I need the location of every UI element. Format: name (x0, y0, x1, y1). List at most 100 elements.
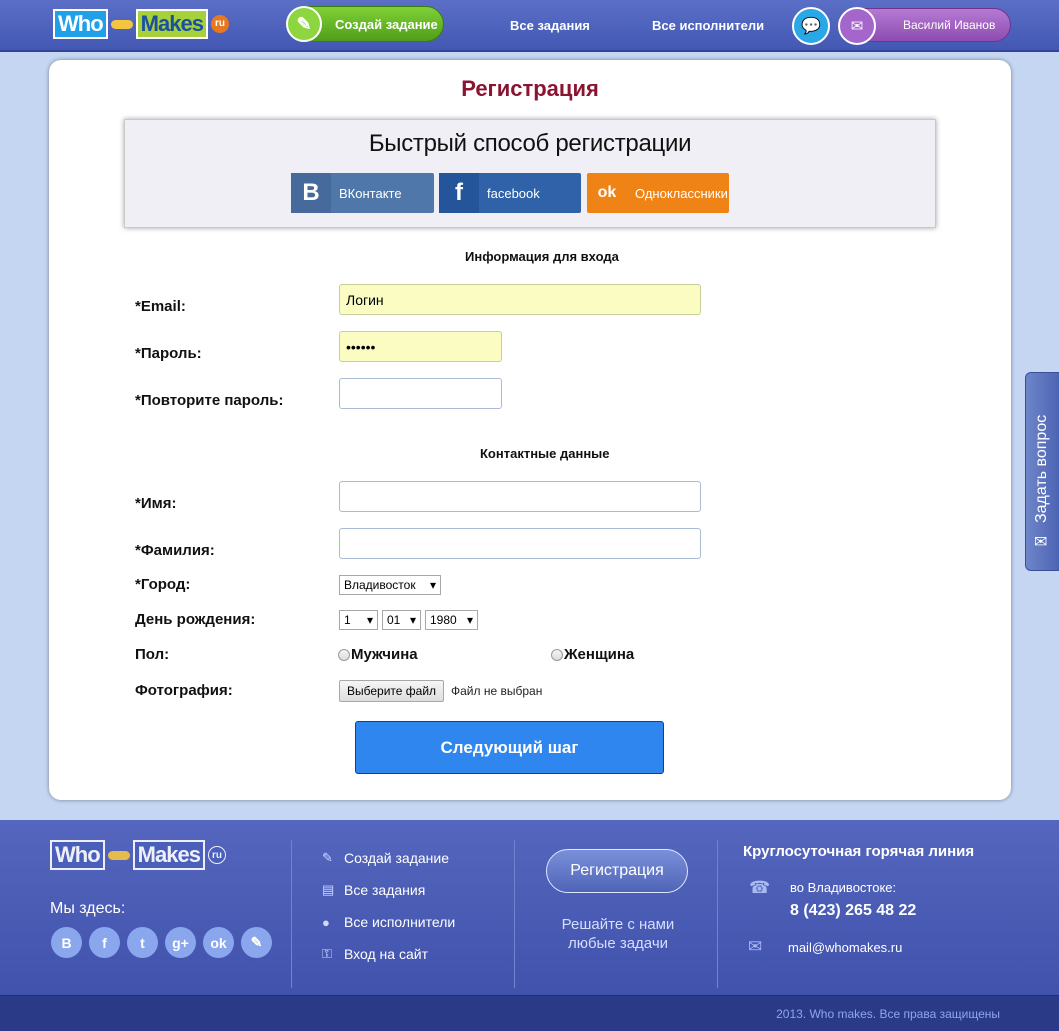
mail-icon: ✉ (748, 937, 763, 956)
messages-icon[interactable]: 💬 (792, 7, 830, 45)
odnoklassniki-icon: ok (597, 184, 617, 201)
odnoklassniki-button[interactable]: ok Одноклассники (587, 173, 729, 213)
footer-logo-who: Who (50, 840, 105, 870)
vk-button[interactable]: B ВКонтакте (291, 173, 434, 213)
birth-month-select[interactable]: 01 ▾ (382, 610, 421, 630)
key-icon: ⚿ (322, 946, 332, 961)
footer-link-login[interactable]: ⚿ Вход на сайт (322, 946, 428, 962)
top-bar: Who Makes ru ✎ Создай задание Все задани… (0, 0, 1059, 52)
contact-section-title: Контактные данные (480, 446, 610, 461)
last-name-field[interactable] (339, 528, 701, 559)
copyright: 2013. Who makes. Все права защищены (776, 1007, 1000, 1021)
quick-registration-title: Быстрый способ регистрации (368, 130, 692, 157)
facebook-label: facebook (487, 185, 540, 201)
vk-icon[interactable]: B (51, 927, 82, 958)
email-label: *Email: (135, 298, 186, 315)
pencil-icon: ✎ (322, 850, 333, 865)
chevron-down-icon: ▾ (429, 578, 436, 592)
facebook-icon: f (439, 173, 479, 213)
gender-female-radio[interactable]: Женщина (551, 646, 634, 663)
hotline-city: во Владивостоке: (790, 880, 897, 895)
twitter-icon[interactable]: t (127, 927, 158, 958)
footer-link-all-performers[interactable]: ● Все исполнители (322, 914, 455, 930)
footer-register-button[interactable]: Регистрация (546, 849, 688, 893)
vk-label: ВКонтакте (339, 185, 402, 201)
livejournal-icon[interactable]: ✎ (241, 927, 272, 958)
list-icon: ▤ (322, 882, 335, 897)
city-select[interactable]: Владивосток ▾ (339, 575, 441, 595)
birthday-label: День рождения: (135, 611, 256, 628)
city-value: Владивосток (344, 578, 416, 592)
chevron-down-icon: ▾ (366, 613, 373, 627)
footer-divider (514, 840, 515, 988)
choose-file-button[interactable]: Выберите файл (339, 680, 445, 702)
gender-male-label: Мужчина (351, 646, 418, 663)
hotline-title: Круглосуточная горячая линия (743, 843, 975, 860)
city-label: *Город: (135, 576, 191, 593)
mail-icon: ✉ (838, 7, 876, 45)
footer-link-label: Все исполнители (344, 914, 456, 930)
next-step-button[interactable]: Следующий шаг (355, 721, 664, 774)
login-section-title: Информация для входа (465, 249, 619, 264)
footer-link-label: Все задания (344, 882, 426, 898)
handshake-icon (109, 14, 135, 34)
footer-divider (717, 840, 718, 988)
password-field[interactable] (339, 331, 502, 362)
repeat-password-field[interactable] (339, 378, 502, 409)
birth-year-select[interactable]: 1980 ▾ (425, 610, 478, 630)
birth-day-value: 1 (344, 613, 351, 627)
handshake-icon (106, 845, 132, 865)
birth-day-select[interactable]: 1 ▾ (339, 610, 378, 630)
logo-ru: ru (210, 15, 229, 33)
create-task-label: Создай задание (335, 16, 438, 32)
footer-link-label: Вход на сайт (344, 946, 428, 962)
footer-bottom-bar: 2013. Who makes. Все права защищены (0, 995, 1059, 1031)
user-menu[interactable]: ✉ Василий Иванов (838, 7, 1011, 45)
email-field[interactable] (339, 284, 701, 315)
pencil-icon: ✎ (286, 6, 322, 42)
odnoklassniki-label: Одноклассники (635, 185, 728, 201)
footer-logo-ru: ru (207, 846, 226, 864)
gender-female-label: Женщина (564, 646, 635, 663)
logo[interactable]: Who Makes ru (53, 9, 229, 39)
repeat-password-label: *Повторите пароль: (135, 392, 284, 409)
hotline-phone: 8 (423) 265 48 22 (790, 902, 917, 919)
footer-logo[interactable]: Who Makes ru (50, 840, 226, 870)
facebook-button[interactable]: f facebook (439, 173, 581, 213)
envelope-icon: ✉ (1034, 534, 1048, 551)
footer-link-create-task[interactable]: ✎ Создай задание (322, 850, 449, 866)
registration-card: Регистрация Быстрый способ регистрации B… (49, 60, 1011, 800)
footer-slogan: Решайте с нами любые задачи (561, 916, 675, 952)
footer-logo-makes: Makes (132, 840, 205, 870)
phone-icon: ☎ (749, 878, 771, 897)
footer-link-label: Создай задание (344, 850, 450, 866)
file-status: Файл не выбран (451, 684, 543, 698)
create-task-button[interactable]: ✎ Создай задание (286, 6, 444, 42)
first-name-label: *Имя: (135, 495, 177, 512)
vk-icon: B (291, 173, 331, 213)
chevron-down-icon: ▾ (466, 613, 473, 627)
gender-label: Пол: (135, 646, 170, 663)
nav-all-tasks[interactable]: Все задания (510, 18, 590, 33)
first-name-field[interactable] (339, 481, 701, 512)
radio-icon (338, 648, 350, 661)
facebook-icon[interactable]: f (89, 927, 120, 958)
radio-icon (551, 648, 563, 661)
ask-question-tab[interactable]: Задать вопрос ✉ (1025, 372, 1059, 571)
odnoklassniki-icon[interactable]: ok (203, 927, 234, 958)
footer-link-all-tasks[interactable]: ▤ Все задания (322, 882, 425, 898)
photo-label: Фотография: (135, 682, 233, 699)
nav-all-performers[interactable]: Все исполнители (652, 18, 764, 33)
logo-who: Who (53, 9, 108, 39)
birth-year-value: 1980 (430, 613, 457, 627)
footer-email[interactable]: mail@whomakes.ru (788, 940, 902, 955)
page-title: Регистрация (461, 76, 599, 101)
user-name: Василий Иванов (903, 18, 996, 32)
gender-male-radio[interactable]: Мужчина (338, 646, 418, 663)
password-label: *Пароль: (135, 345, 202, 362)
chevron-down-icon: ▾ (409, 613, 416, 627)
logo-makes: Makes (135, 9, 208, 39)
google-plus-icon[interactable]: g+ (165, 927, 196, 958)
footer-divider (291, 840, 292, 988)
last-name-label: *Фамилия: (135, 542, 215, 559)
